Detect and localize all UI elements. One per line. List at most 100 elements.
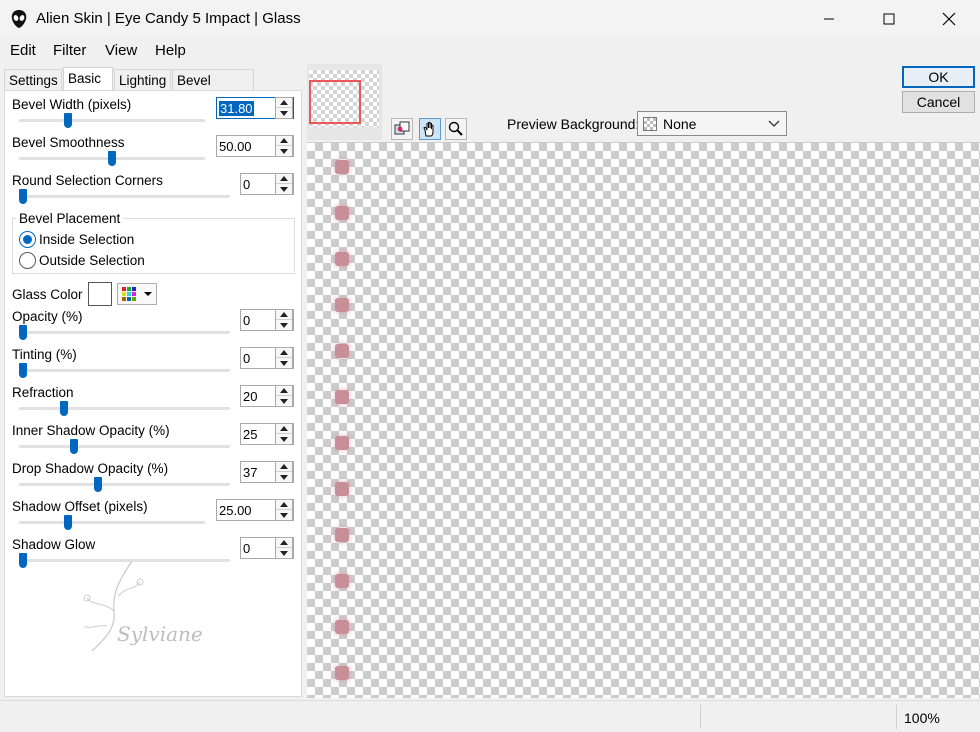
spin-down-icon[interactable] [276,510,292,520]
spin-down-icon[interactable] [276,184,292,194]
bevel-smoothness-input[interactable]: 50.00 [216,135,294,157]
hand-tool-button[interactable] [419,118,441,140]
spin-down-icon[interactable] [276,472,292,482]
bevel-smoothness-spinner[interactable] [275,135,293,157]
opacity-slider-track[interactable] [19,331,230,334]
menu-help[interactable]: Help [155,42,186,59]
refraction-slider-track[interactable] [19,407,230,410]
menu-filter[interactable]: Filter [53,42,86,59]
preview-background-select[interactable]: None [637,111,787,136]
ok-button[interactable]: OK [902,66,975,88]
outside-selection-radio[interactable] [19,252,36,269]
glass-color-swatch[interactable] [88,282,112,306]
inside-selection-label[interactable]: Inside Selection [39,232,134,247]
spin-up-icon[interactable] [276,386,292,396]
shadow-offset-spinner[interactable] [275,499,293,521]
tinting-slider-track[interactable] [19,369,230,372]
shadow-glow-input[interactable]: 0 [240,537,294,559]
zoom-tool-button[interactable] [445,118,467,140]
spin-up-icon[interactable] [276,98,292,108]
spin-up-icon[interactable] [276,310,292,320]
navigator-view-rect[interactable] [309,80,361,124]
inner-shadow-opacity-label: Inner Shadow Opacity (%) [12,423,170,438]
drop-shadow-opacity-input[interactable]: 37 [240,461,294,483]
spin-up-icon[interactable] [276,424,292,434]
opacity-spinner[interactable] [275,309,293,331]
menu-view[interactable]: View [105,42,137,59]
tinting-slider-thumb[interactable] [19,363,27,378]
spin-up-icon[interactable] [276,136,292,146]
drop-shadow-opacity-spinner[interactable] [275,461,293,483]
spin-up-icon[interactable] [276,538,292,548]
outside-selection-label[interactable]: Outside Selection [39,253,145,268]
opacity-input[interactable]: 0 [240,309,294,331]
tab-settings[interactable]: Settings [4,69,62,91]
preview-background-label: Preview Background: [507,116,640,132]
refraction-input[interactable]: 20 [240,385,294,407]
spin-up-icon[interactable] [276,500,292,510]
shadow-offset-slider-thumb[interactable] [63,515,72,530]
bevel-width-input[interactable]: 31.80 [216,97,294,119]
alien-skin-logo-icon [11,10,27,28]
transparent-swatch-icon [643,117,657,131]
shadow-offset-slider-track[interactable] [19,521,205,524]
spin-up-icon[interactable] [276,462,292,472]
round-corners-slider-track[interactable] [19,195,230,198]
drop-shadow-opacity-slider-thumb[interactable] [94,477,103,492]
refraction-label: Refraction [12,385,74,400]
inner-shadow-opacity-slider-track[interactable] [19,445,230,448]
refraction-slider-thumb[interactable] [59,401,68,416]
shadow-glow-slider-thumb[interactable] [19,553,27,568]
bevel-smoothness-slider-thumb[interactable] [108,151,116,166]
bevel-width-spinner[interactable] [275,97,293,119]
bevel-width-slider-track[interactable] [19,119,205,122]
drop-shadow-opacity-value: 37 [243,465,258,480]
color-picker-button[interactable] [117,283,157,305]
spin-down-icon[interactable] [276,396,292,406]
spin-down-icon[interactable] [276,146,292,156]
tinting-input[interactable]: 0 [240,347,294,369]
spin-up-icon[interactable] [276,174,292,184]
minimize-button[interactable] [806,0,852,38]
shadow-offset-label: Shadow Offset (pixels) [12,499,148,514]
tab-bevel-profile[interactable]: Bevel Profile [172,69,254,103]
round-corners-input[interactable]: 0 [240,173,294,195]
round-corners-slider-thumb[interactable] [19,189,27,204]
shadow-glow-spinner[interactable] [275,537,293,559]
cancel-button[interactable]: Cancel [902,91,975,113]
drop-shadow-opacity-slider-track[interactable] [19,483,230,486]
maximize-button[interactable] [866,0,912,38]
inner-shadow-opacity-input[interactable]: 25 [240,423,294,445]
spin-down-icon[interactable] [276,434,292,444]
tab-basic[interactable]: Basic [63,67,113,92]
spin-down-icon[interactable] [276,108,292,118]
bevel-width-slider-thumb[interactable] [63,113,72,128]
preview-glass-dot [335,160,349,174]
spin-down-icon[interactable] [276,358,292,368]
refraction-value: 20 [243,389,258,404]
opacity-label: Opacity (%) [12,309,83,324]
round-corners-spinner[interactable] [275,173,293,195]
opacity-slider-thumb[interactable] [19,325,27,340]
close-button[interactable] [926,0,972,38]
shadow-glow-label: Shadow Glow [12,537,96,552]
menu-edit[interactable]: Edit [10,42,36,59]
inner-shadow-opacity-slider-thumb[interactable] [69,439,78,454]
refraction-spinner[interactable] [275,385,293,407]
shadow-offset-input[interactable]: 25.00 [216,499,294,521]
spin-down-icon[interactable] [276,548,292,558]
tab-lighting[interactable]: Lighting [114,69,171,91]
bevel-placement-title: Bevel Placement [16,211,124,226]
status-separator [896,705,897,729]
shadow-offset-value: 25.00 [219,503,252,518]
spin-up-icon[interactable] [276,348,292,358]
spin-down-icon[interactable] [276,320,292,330]
compare-button[interactable] [391,118,413,140]
inner-shadow-opacity-spinner[interactable] [275,423,293,445]
preview-canvas[interactable] [307,142,980,698]
preview-glass-dot [335,436,349,450]
tinting-spinner[interactable] [275,347,293,369]
color-grid-icon [122,287,152,301]
inside-selection-radio[interactable] [19,231,36,248]
navigator-thumbnail[interactable] [307,64,382,140]
